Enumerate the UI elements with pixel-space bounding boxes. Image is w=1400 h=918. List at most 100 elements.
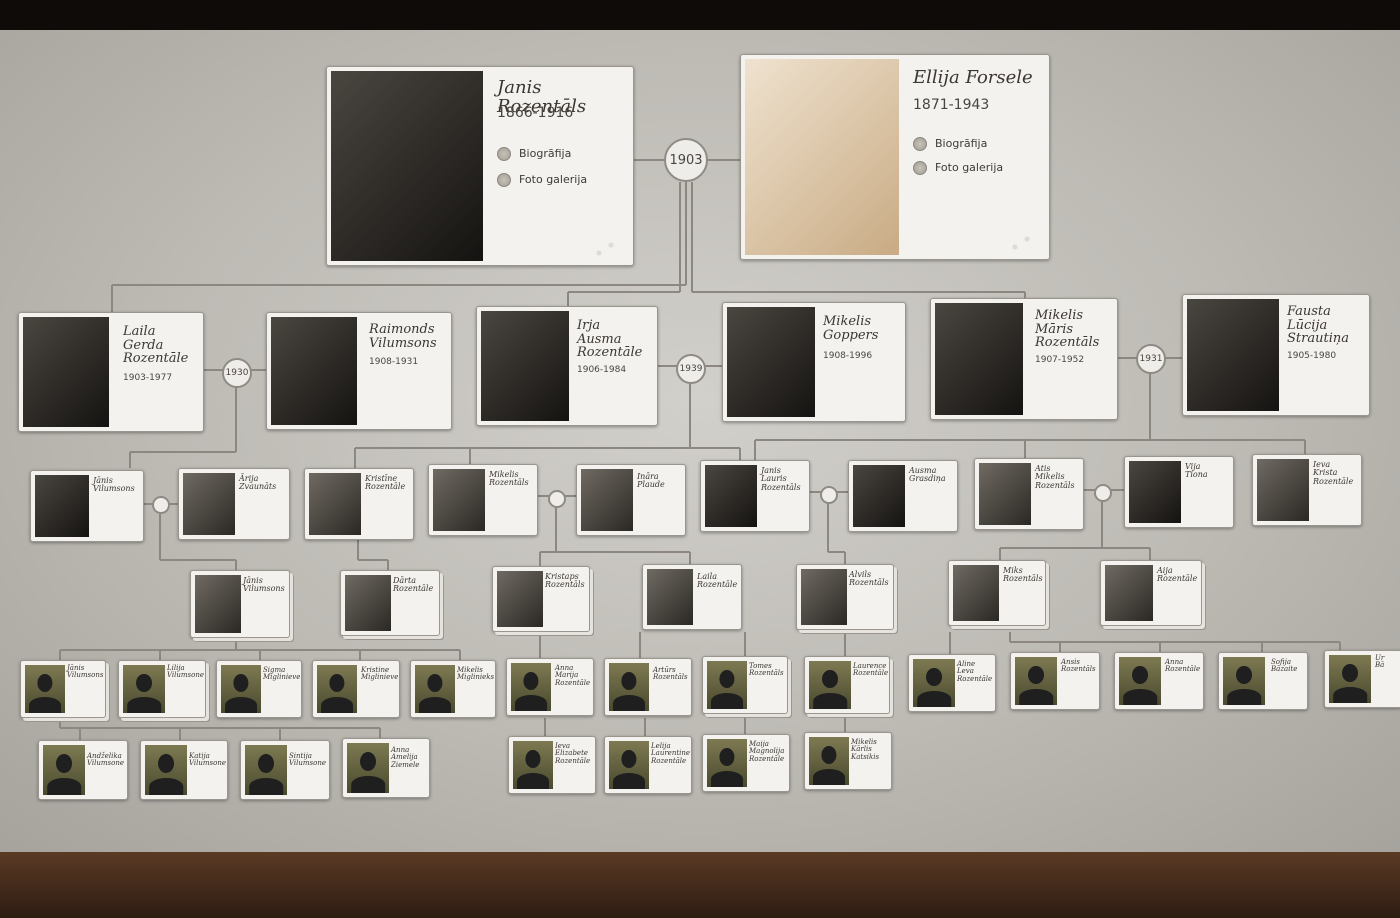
person-card[interactable]: Ieva Elizabete Rozentāle [508, 736, 596, 794]
person-card[interactable]: Lelija Laurentine Rozentāle [604, 736, 692, 794]
person-card[interactable]: Kristine Miglinieve [312, 660, 400, 718]
marriage-node-1903[interactable]: 1903 [664, 138, 708, 182]
person-card[interactable]: Ieva Krista Rozentāle [1252, 454, 1362, 526]
person-card[interactable]: Ur Bā [1324, 650, 1400, 708]
person-card[interactable]: Raimonds Vilumsons 1908-1931 [266, 312, 452, 430]
person-card[interactable]: Ausma Grasdiņa [848, 460, 958, 532]
person-name: Ārija Zvaunāts [239, 474, 277, 492]
person-name: Dārta Rozentāle [393, 576, 434, 594]
marriage-node-1939[interactable]: 1939 [676, 354, 706, 384]
marriage-node-1930[interactable]: 1930 [222, 358, 252, 388]
person-card[interactable]: Sintija Vilumsone [240, 740, 330, 800]
person-card[interactable]: Anna Amelija Ziemele [342, 738, 430, 798]
silhouette-avatar-icon [317, 665, 357, 713]
person-card[interactable]: Ināra Plaude [576, 464, 686, 536]
globe-icon [913, 161, 927, 175]
silhouette-avatar-icon [511, 663, 551, 711]
person-name: Anna Marija Rozentāle [555, 664, 591, 687]
photo-gallery-link[interactable]: Foto galerija [497, 173, 587, 187]
person-card[interactable]: Anna Marija Rozentāle [506, 658, 594, 716]
portrait-photo [853, 465, 905, 527]
person-card[interactable]: Janis Lauris Rozentāls [700, 460, 810, 532]
person-card[interactable]: Mikelis Rozentāls [428, 464, 538, 536]
silhouette-avatar-icon [809, 737, 849, 785]
founder-card-ellija[interactable]: Ellija Forsele 1871-1943 Biogrāfija Foto… [740, 54, 1050, 260]
person-name: Ināra Plaude [637, 472, 665, 490]
person-card[interactable]: Kristīne Rozentāle [304, 468, 414, 540]
person-card[interactable]: Mikelis Goppers 1908-1996 [722, 302, 906, 422]
person-card[interactable]: Laurence Rozentāle [804, 656, 890, 714]
person-card[interactable]: Ārija Zvaunāts [178, 468, 290, 540]
person-card[interactable]: Katija Vilumsone [140, 740, 228, 800]
person-card[interactable]: Miks Rozentāls [948, 560, 1046, 626]
marriage-node-1931[interactable]: 1931 [1136, 344, 1166, 374]
person-name: Mikelis Goppers [823, 314, 879, 343]
person-card[interactable]: Lilija Vilumsone [118, 660, 206, 718]
person-years: 1866-1916 [497, 105, 574, 121]
biography-label: Biogrāfija [519, 147, 572, 160]
decorative-flourish [587, 221, 627, 261]
person-name: Jānis Vilumsons [93, 476, 135, 494]
founder-card-janis[interactable]: Janis Rozentāls 1866-1916 Biogrāfija Fot… [326, 66, 634, 266]
person-card[interactable]: Artūrs Rozentāls [604, 658, 692, 716]
person-card[interactable]: Laila Rozentāle [642, 564, 742, 630]
person-card[interactable]: Jānis Vilumsons [20, 660, 106, 718]
person-name: Ausma Grasdiņa [909, 466, 946, 484]
person-card[interactable]: Mikelis Māris Rozentāls 1907-1952 [930, 298, 1118, 420]
person-card[interactable]: Kristaps Rozentāls [492, 566, 590, 632]
portrait-photo [953, 565, 999, 621]
wooden-frame [0, 852, 1400, 918]
person-card[interactable]: Sofija Bāzaite [1218, 652, 1308, 710]
marriage-node[interactable] [1094, 484, 1112, 502]
person-card[interactable]: Vija Tiona [1124, 456, 1234, 528]
person-card[interactable]: Tomes Rozentāls [702, 656, 788, 714]
person-name: Lelija Laurentine Rozentāle [651, 742, 691, 765]
person-name: Irja Ausma Rozentāle [577, 318, 643, 361]
person-years: 1903-1977 [123, 373, 173, 383]
silhouette-avatar-icon [1015, 657, 1057, 705]
biography-link[interactable]: Biogrāfija [913, 137, 987, 151]
person-name: Laila Rozentāle [697, 572, 738, 590]
biography-link[interactable]: Biogrāfija [497, 147, 571, 161]
person-card[interactable]: Laila Gerda Rozentāle 1903-1977 [18, 312, 204, 432]
silhouette-avatar-icon [415, 665, 455, 713]
portrait-photo [1105, 565, 1153, 621]
person-card[interactable]: Mikelis Kārlis Katsikis [804, 732, 892, 790]
silhouette-avatar-icon [809, 661, 851, 709]
person-card[interactable]: Andželika Vilumsone [38, 740, 128, 800]
person-card[interactable]: Mikelis Miglinieks [410, 660, 496, 718]
portrait-photo [497, 571, 543, 627]
person-name: Andželika Vilumsone [87, 752, 125, 768]
silhouette-avatar-icon [1223, 657, 1265, 705]
person-card[interactable]: Sigma Miglinieve [216, 660, 302, 718]
person-card[interactable]: Jānis Vilumsons [30, 470, 144, 542]
person-card[interactable]: Ansis Rozentāls [1010, 652, 1100, 710]
person-card[interactable]: Alvils Rozentāls [796, 564, 894, 630]
portrait-photo [745, 59, 899, 255]
person-name: Katija Vilumsone [189, 752, 227, 768]
person-name: Lilija Vilumsone [167, 664, 205, 680]
silhouette-avatar-icon [145, 745, 187, 795]
person-card[interactable]: Dārta Rozentāle [340, 570, 440, 636]
person-card[interactable]: Fausta Lūcija Strautiņa 1905-1980 [1182, 294, 1370, 416]
person-years: 1905-1980 [1287, 351, 1337, 361]
person-name: Kristine Miglinieve [361, 666, 399, 682]
person-card[interactable]: Aline Leva Rozentāle [908, 654, 996, 712]
photo-gallery-link[interactable]: Foto galerija [913, 161, 1003, 175]
person-card[interactable]: Aija Rozentāle [1100, 560, 1202, 626]
portrait-photo [705, 465, 757, 527]
person-card[interactable]: Jānis Vilumsons [190, 570, 290, 638]
portrait-photo [727, 307, 815, 417]
person-name: Anna Rozentāle [1165, 658, 1201, 674]
marriage-node[interactable] [548, 490, 566, 508]
person-name: Aija Rozentāle [1157, 566, 1198, 584]
person-card[interactable]: Irja Ausma Rozentāle 1906-1984 [476, 306, 658, 426]
person-card[interactable]: Anna Rozentāle [1114, 652, 1204, 710]
marriage-node[interactable] [152, 496, 170, 514]
portrait-photo [979, 463, 1031, 525]
person-card[interactable]: Atis Mikelis Rozentāls [974, 458, 1084, 530]
silhouette-avatar-icon [913, 659, 955, 707]
marriage-node[interactable] [820, 486, 838, 504]
person-card[interactable]: Maija Magnolija Rozentāle [702, 734, 790, 792]
silhouette-avatar-icon [707, 739, 747, 787]
